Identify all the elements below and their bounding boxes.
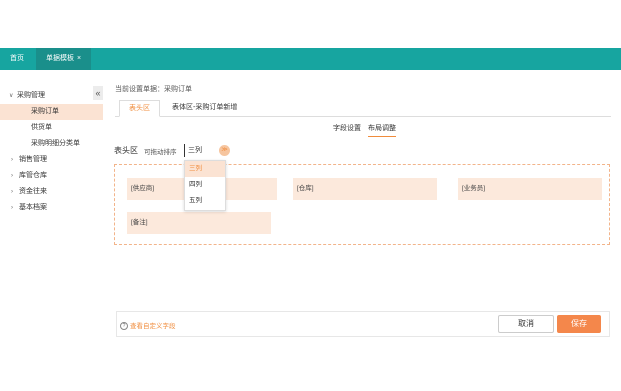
main-panel: 当前设置单据：采购订单 表头区 表体区-采购订单新增 字段设置 布局调整 表头区… [108, 80, 614, 342]
sidebar-item-label: 基本档案 [19, 204, 47, 211]
sidebar-item-label: 供货单 [31, 124, 52, 131]
tab-body-area[interactable]: 表体区-采购订单新增 [163, 100, 246, 117]
tab-label: 单据模板 [46, 55, 74, 62]
tab-field-settings[interactable]: 字段设置 [333, 123, 361, 137]
footer-bar: ? 查看自定义字段 取消 保存 [116, 311, 610, 337]
nav-home[interactable]: 首页 [0, 48, 34, 70]
tab-header-area[interactable]: 表头区 [119, 100, 160, 117]
chevron-down-icon: ∨ [9, 93, 14, 99]
sidebar-item-supply-order[interactable]: 供货单 [0, 120, 103, 136]
sidebar-item-label: 销售管理 [19, 156, 47, 163]
chevron-right-icon: › [11, 205, 13, 211]
sidebar-item-funds[interactable]: › 资金往来 [0, 184, 103, 200]
sidebar-item-label: 采购明细分类单 [31, 140, 80, 147]
close-icon[interactable]: × [77, 55, 81, 62]
field-remark[interactable]: [备注] [127, 212, 271, 234]
sidebar-item-purchase-order[interactable]: 采购订单 [0, 104, 103, 120]
chevron-right-icon: › [11, 173, 13, 179]
dropdown-option-5-columns[interactable]: 五列 [185, 193, 225, 209]
sidebar-item-label: 采购订单 [31, 108, 59, 115]
chevron-right-icon: › [11, 157, 13, 163]
sidebar-item-label: 资金往来 [19, 188, 47, 195]
current-document-label: 当前设置单据：采购订单 [115, 86, 192, 93]
sort-hint: 可拖动排序 [144, 149, 177, 156]
sidebar-item-purchase-detail[interactable]: 采购明细分类单 [0, 136, 103, 152]
sidebar-item-sales-management[interactable]: › 销售管理 [0, 152, 103, 168]
page-tabs: 表头区 表体区-采购订单新增 [115, 100, 611, 117]
dropdown-option-3-columns[interactable]: 三列 [185, 161, 225, 177]
sidebar-item-basic-archive[interactable]: › 基本档案 [0, 200, 103, 216]
sidebar: ∨ 采购管理 采购订单 供货单 采购明细分类单 › 销售管理 › 库管仓库 › 资金往来… [0, 86, 103, 341]
chevron-right-icon: › [11, 189, 13, 195]
section-title: 表头区 [114, 146, 138, 155]
sidebar-item-label: 库管仓库 [19, 172, 47, 179]
help-icon: ? [120, 322, 128, 331]
sidebar-item-label: 采购管理 [17, 92, 45, 99]
field-salesperson[interactable]: [业务员] [458, 178, 602, 200]
nav-home-label: 首页 [10, 55, 24, 62]
column-count-select[interactable]: 三列 [184, 144, 224, 157]
save-button[interactable]: 保存 [557, 315, 601, 333]
layout-controls: 表头区 可拖动排序 三列 ≫ [114, 144, 314, 158]
top-nav-bar: 首页 单据模板 × [0, 48, 621, 70]
sidebar-collapse-button[interactable]: « [93, 86, 103, 100]
custom-fields-link-label: 查看自定义字段 [130, 323, 176, 330]
dropdown-option-4-columns[interactable]: 四列 [185, 177, 225, 193]
sidebar-item-purchase-management[interactable]: ∨ 采购管理 [0, 88, 103, 104]
field-warehouse[interactable]: [仓库] [293, 178, 437, 200]
tab-document-template[interactable]: 单据模板 × [36, 48, 92, 70]
custom-fields-link[interactable]: ? 查看自定义字段 [120, 320, 176, 331]
tab-layout-adjust[interactable]: 布局调整 [368, 123, 396, 137]
cancel-button[interactable]: 取消 [498, 315, 554, 333]
sidebar-item-warehouse[interactable]: › 库管仓库 [0, 168, 103, 184]
expand-icon[interactable]: ≫ [219, 145, 230, 156]
column-count-dropdown: 三列 四列 五列 [184, 160, 226, 211]
